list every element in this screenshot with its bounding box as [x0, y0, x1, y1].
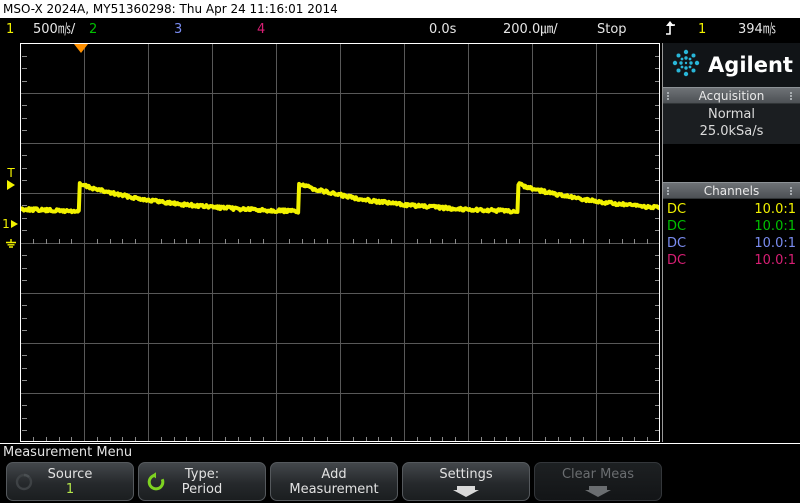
channel-coupling: DC — [667, 219, 687, 234]
channels-header[interactable]: Channels — [663, 182, 800, 199]
softkey-type-label: Type: — [184, 466, 220, 482]
softkey-measurement-label: Measurement — [289, 481, 379, 497]
rising-edge-icon[interactable] — [665, 21, 677, 41]
brand-logo: Agilent — [663, 43, 800, 87]
softkey-add-measurement[interactable]: Add Measurement — [270, 462, 398, 501]
channel-probe-ratio: 10.0:1 — [754, 202, 796, 217]
rotary-refresh-icon — [146, 472, 166, 492]
grip-handle-left-icon — [667, 186, 673, 196]
softkey-type[interactable]: Type: Period — [138, 462, 266, 501]
softkey-bar: Source 1 Type: Period Add Measurement Se… — [0, 462, 800, 503]
acquisition-header[interactable]: Acquisition — [663, 87, 800, 104]
sidebar-spacer — [663, 144, 800, 182]
trigger-level-value[interactable]: 394㎧ — [738, 21, 776, 38]
softkey-source-label: Source — [47, 466, 93, 482]
softkey-source[interactable]: Source 1 — [6, 462, 134, 501]
softkey-clear-label: Clear Meas — [561, 467, 635, 482]
channel-probe-ratio: 10.0:1 — [754, 236, 796, 251]
timebase-scale[interactable]: 200.0㎛/ — [503, 21, 558, 38]
softkey-settings-label: Settings — [439, 467, 493, 482]
trigger-level-label: T — [7, 166, 15, 180]
status-toolbar: 1 500㎧/ 2 3 4 0.0s 200.0㎛/ Stop 1 394㎧ — [0, 18, 800, 41]
run-state[interactable]: Stop — [597, 21, 627, 38]
grip-handle-left-icon — [667, 91, 673, 101]
channel-1-indicator[interactable]: 1 — [6, 21, 14, 38]
trigger-level-arrow-icon — [7, 180, 15, 190]
softkey-clear-measurements[interactable]: Clear Meas — [534, 462, 662, 501]
channel-row[interactable]: DC 10.0:1 — [663, 235, 800, 252]
ground-channel-label: 1 — [2, 216, 10, 231]
brand-name: Agilent — [708, 53, 793, 77]
menu-title: Measurement Menu — [3, 445, 133, 460]
grip-handle-right-icon — [790, 91, 796, 101]
oscilloscope-screen: MSO-X 2024A, MY51360298: Thu Apr 24 11:1… — [0, 0, 800, 503]
channel-coupling: DC — [667, 236, 687, 251]
acquisition-header-label: Acquisition — [698, 89, 765, 103]
channel-4-indicator[interactable]: 4 — [257, 21, 265, 38]
entry-knob-icon — [14, 472, 34, 492]
channel-row[interactable]: DC 10.0:1 — [663, 218, 800, 235]
down-arrow-icon — [453, 483, 479, 497]
channel-1-waveform-trace — [21, 181, 659, 215]
channel-coupling: DC — [667, 253, 687, 268]
title-bar: MSO-X 2024A, MY51360298: Thu Apr 24 11:1… — [0, 0, 800, 18]
waveform-display[interactable] — [20, 43, 660, 442]
channel-1-scale[interactable]: 500㎧/ — [33, 21, 75, 38]
acquisition-mode: Normal — [707, 107, 756, 122]
softkey-type-value: Period — [181, 481, 223, 497]
channel-row[interactable]: DC 10.0:1 — [663, 252, 800, 269]
softkey-add-label: Add — [321, 466, 347, 482]
agilent-starburst-logo — [670, 47, 702, 83]
menu-divider — [0, 443, 800, 444]
trigger-level-marker[interactable]: T — [2, 166, 20, 190]
channel-probe-ratio: 10.0:1 — [754, 253, 796, 268]
softkey-settings[interactable]: Settings — [402, 462, 530, 501]
ground-arrow-icon — [10, 214, 20, 233]
horizontal-delay[interactable]: 0.0s — [429, 21, 456, 38]
channels-header-label: Channels — [703, 184, 760, 198]
side-panel: Agilent Acquisition Normal 25.0kSa/s Cha… — [662, 43, 800, 442]
channels-list: DC 10.0:1 DC 10.0:1 DC 10.0:1 DC 10.0:1 — [663, 199, 800, 269]
channel-1-ground-marker[interactable]: 1 — [2, 214, 20, 252]
acquisition-info: Normal 25.0kSa/s — [663, 104, 800, 144]
softkey-source-value: 1 — [65, 481, 75, 497]
trigger-source[interactable]: 1 — [698, 21, 706, 38]
channel-3-indicator[interactable]: 3 — [174, 21, 182, 38]
ground-symbol-icon — [4, 233, 18, 252]
grip-handle-right-icon — [790, 186, 796, 196]
sample-rate: 25.0kSa/s — [699, 124, 764, 139]
channel-probe-ratio: 10.0:1 — [754, 219, 796, 234]
down-arrow-icon — [585, 483, 611, 497]
channel-row[interactable]: DC 10.0:1 — [663, 201, 800, 218]
channel-2-indicator[interactable]: 2 — [89, 21, 97, 38]
channel-coupling: DC — [667, 202, 687, 217]
